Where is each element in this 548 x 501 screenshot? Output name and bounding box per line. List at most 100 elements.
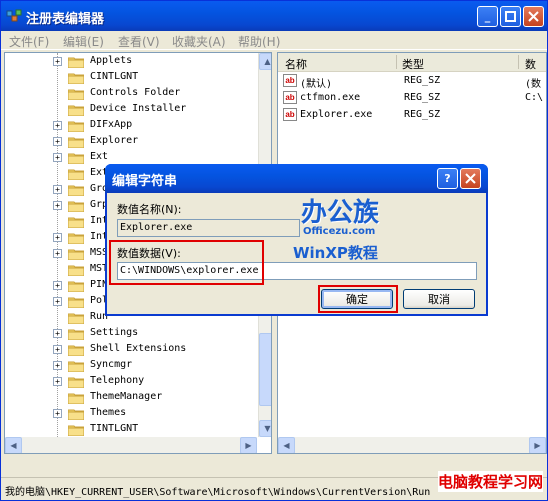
menu-help[interactable]: 帮助(H): [238, 33, 280, 50]
expand-icon[interactable]: +: [53, 121, 62, 130]
tree-item[interactable]: Controls Folder: [5, 86, 255, 102]
list-horizontal-scrollbar[interactable]: ◀ ▶: [278, 437, 546, 453]
tree-item[interactable]: + Explorer: [5, 134, 255, 150]
folder-icon: [68, 153, 84, 164]
tree-item[interactable]: Device Installer: [5, 102, 255, 118]
tree-item-label: Controls Folder: [90, 87, 181, 98]
expand-icon[interactable]: +: [53, 153, 62, 162]
tree-item-label: Settings: [90, 327, 139, 338]
folder-icon: [68, 297, 84, 308]
folder-icon: [68, 313, 84, 324]
folder-icon: [68, 345, 84, 356]
expand-icon[interactable]: +: [53, 297, 62, 306]
logo-line1: 办公族: [301, 198, 380, 228]
expand-icon[interactable]: +: [53, 137, 62, 146]
folder-icon: [68, 409, 84, 420]
folder-icon: [68, 265, 84, 276]
list-scroll-left-button[interactable]: ◀: [278, 437, 295, 453]
list-item-type: REG_SZ: [404, 75, 441, 86]
expand-icon[interactable]: +: [53, 345, 62, 354]
menu-bar: 文件(F) 编辑(E) 查看(V) 收藏夹(A) 帮助(H): [1, 31, 547, 50]
list-header: 名称 类型 数: [278, 53, 546, 72]
close-icon: [465, 173, 476, 184]
expand-icon[interactable]: +: [53, 329, 62, 338]
column-separator[interactable]: [396, 55, 397, 69]
scroll-left-icon: ◀: [10, 441, 17, 450]
folder-icon: [68, 121, 84, 132]
tree-item[interactable]: + Syncmgr: [5, 358, 255, 374]
string-value-icon: ab: [283, 74, 297, 87]
menu-edit[interactable]: 编辑(E): [63, 33, 104, 50]
title-bar[interactable]: 注册表编辑器 _: [1, 1, 547, 31]
dialog-help-button[interactable]: ?: [437, 168, 458, 189]
expand-icon[interactable]: +: [53, 249, 62, 258]
expand-icon[interactable]: +: [53, 409, 62, 418]
dialog-title-bar[interactable]: 编辑字符串 ?: [105, 164, 488, 193]
expand-icon[interactable]: +: [53, 377, 62, 386]
value-name-label: 数值名称(N):: [117, 203, 182, 216]
list-item[interactable]: ab ctfmon.exe REG_SZ C:\: [278, 90, 546, 107]
scroll-left-icon: ◀: [283, 441, 290, 450]
maximize-button[interactable]: [500, 6, 521, 27]
tree-scroll-thumb[interactable]: [259, 333, 271, 406]
list-item-type: REG_SZ: [404, 109, 441, 120]
folder-icon: [68, 249, 84, 260]
menu-favorites[interactable]: 收藏夹(A): [172, 33, 226, 50]
expand-icon[interactable]: +: [53, 57, 62, 66]
column-data[interactable]: 数: [525, 56, 536, 72]
window-title: 注册表编辑器: [26, 12, 105, 27]
tree-horizontal-scrollbar[interactable]: ◀ ▶: [5, 437, 257, 453]
tree-item-label: Themes: [90, 407, 127, 418]
folder-icon: [68, 185, 84, 196]
tree-item[interactable]: + Applets: [5, 54, 255, 70]
tree-item[interactable]: + Settings: [5, 326, 255, 342]
tree-item-label: Applets: [90, 55, 133, 66]
scroll-down-button[interactable]: ▼: [259, 420, 271, 437]
tree-item[interactable]: + Shell Extensions: [5, 342, 255, 358]
expand-icon[interactable]: +: [53, 185, 62, 194]
column-name[interactable]: 名称: [285, 56, 307, 72]
list-item-name: ctfmon.exe: [300, 92, 361, 103]
expand-icon[interactable]: +: [53, 281, 62, 290]
folder-icon: [68, 233, 84, 244]
tree-item-label: CINTLGNT: [90, 71, 139, 82]
tree-item[interactable]: + DIFxApp: [5, 118, 255, 134]
minimize-button[interactable]: _: [477, 6, 498, 27]
cancel-button[interactable]: 取消: [403, 289, 475, 309]
tree-item-label: Syncmgr: [90, 359, 133, 370]
column-type[interactable]: 类型: [402, 56, 424, 72]
menu-view[interactable]: 查看(V): [118, 33, 160, 50]
folder-icon: [68, 329, 84, 340]
column-separator[interactable]: [518, 55, 519, 69]
registry-editor-window: 注册表编辑器 _ 文件(F) 编辑(E) 查看(V) 收藏夹(A) 帮助(H) …: [0, 0, 548, 501]
list-item-name: Explorer.exe: [300, 109, 373, 120]
list-item[interactable]: ab Explorer.exe REG_SZ: [278, 107, 546, 124]
tree-item-label: Device Installer: [90, 103, 187, 114]
dialog-close-button[interactable]: [460, 168, 481, 189]
tree-item[interactable]: + Themes: [5, 406, 255, 422]
value-name-field: Explorer.exe: [117, 219, 300, 237]
scroll-up-icon: ▲: [264, 57, 271, 66]
tree-item[interactable]: CINTLGNT: [5, 70, 255, 86]
tree-item-label: Telephony: [90, 375, 145, 386]
scroll-up-button[interactable]: ▲: [259, 53, 271, 70]
list-scroll-right-button[interactable]: ▶: [529, 437, 546, 453]
expand-icon[interactable]: +: [53, 233, 62, 242]
folder-icon: [68, 281, 84, 292]
scroll-right-button[interactable]: ▶: [240, 437, 257, 453]
tree-item[interactable]: TINTLGNT: [5, 422, 255, 438]
tree-item[interactable]: ThemeManager: [5, 390, 255, 406]
expand-icon[interactable]: +: [53, 361, 62, 370]
scroll-down-icon: ▼: [264, 424, 271, 433]
expand-icon[interactable]: +: [53, 201, 62, 210]
tree-item[interactable]: + Telephony: [5, 374, 255, 390]
list-item-data: (数: [525, 79, 542, 90]
list-item-type: REG_SZ: [404, 92, 441, 103]
scroll-left-button[interactable]: ◀: [5, 437, 22, 453]
menu-file[interactable]: 文件(F): [9, 33, 49, 50]
close-button[interactable]: [523, 6, 544, 27]
folder-icon: [68, 217, 84, 228]
folder-icon: [68, 201, 84, 212]
list-item[interactable]: ab (默认) REG_SZ (数: [278, 73, 546, 90]
tree-item-label: Ext: [90, 151, 109, 162]
